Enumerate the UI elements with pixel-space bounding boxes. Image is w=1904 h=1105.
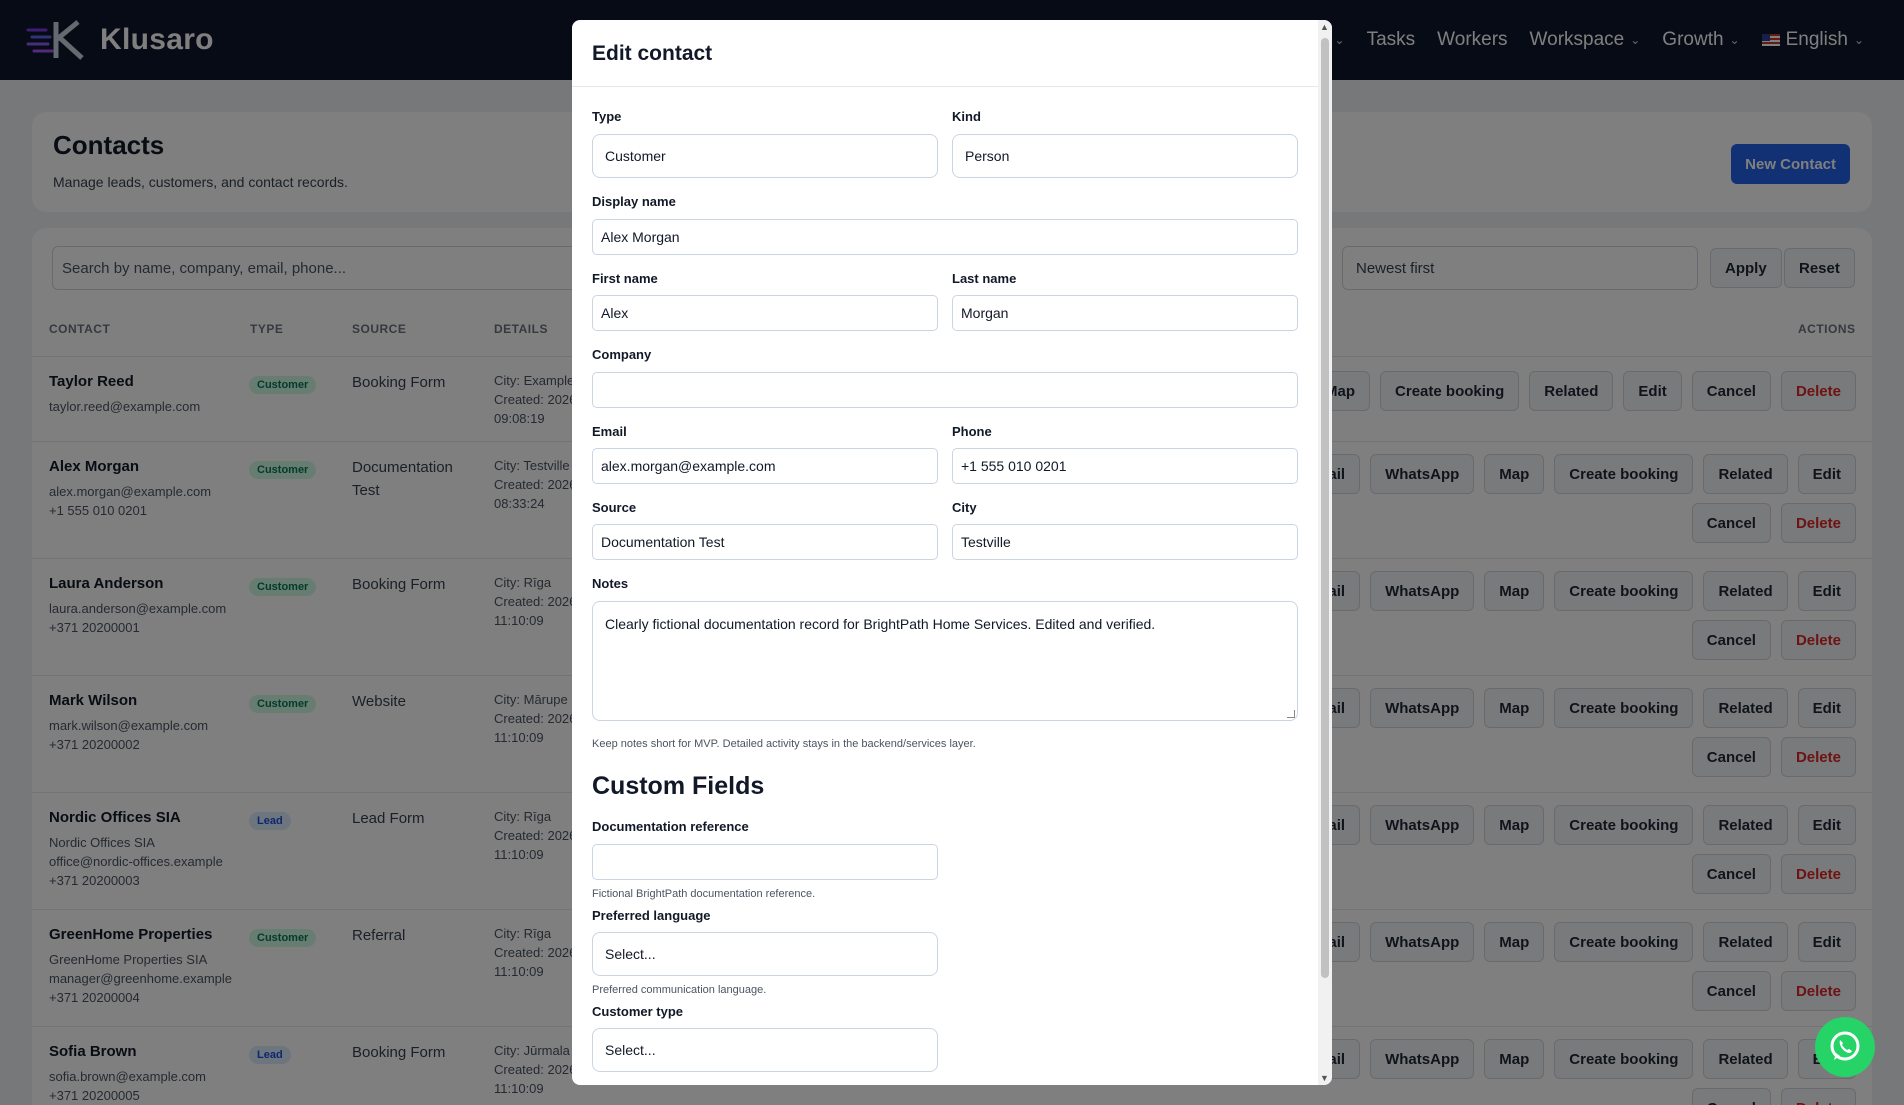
pref-lang-select[interactable]: Select... bbox=[592, 932, 938, 976]
phone-value: +1 555 010 0201 bbox=[961, 458, 1067, 474]
company-field[interactable] bbox=[592, 372, 1298, 408]
customer-type-label: Customer type bbox=[592, 1004, 684, 1019]
source-value: Documentation Test bbox=[601, 534, 725, 550]
first-name-field[interactable]: Alex bbox=[592, 295, 938, 331]
pref-lang-label: Preferred language bbox=[592, 908, 711, 923]
last-name-field[interactable]: Morgan bbox=[952, 295, 1298, 331]
modal-title: Edit contact bbox=[592, 42, 713, 65]
notes-textarea[interactable]: Clearly fictional documentation record f… bbox=[592, 601, 1298, 721]
last-name-value: Morgan bbox=[961, 305, 1009, 321]
kind-select[interactable]: Person bbox=[952, 134, 1298, 178]
source-field[interactable]: Documentation Test bbox=[592, 524, 938, 560]
email-field[interactable]: alex.morgan@example.com bbox=[592, 448, 938, 484]
city-field[interactable]: Testville bbox=[952, 524, 1298, 560]
kind-label: Kind bbox=[952, 109, 981, 124]
source-label: Source bbox=[592, 500, 637, 515]
city-value: Testville bbox=[961, 534, 1011, 550]
notes-help: Keep notes short for MVP. Detailed activ… bbox=[592, 738, 976, 750]
type-value: Customer bbox=[605, 148, 666, 164]
edit-contact-modal: Edit contact Type Customer Kind Person D… bbox=[572, 20, 1332, 1085]
doc-ref-field[interactable] bbox=[592, 844, 938, 880]
company-label: Company bbox=[592, 347, 652, 362]
customer-type-value: Select... bbox=[605, 1042, 656, 1058]
customer-type-select[interactable]: Select... bbox=[592, 1028, 938, 1072]
scroll-down-arrow-icon[interactable]: ▼ bbox=[1320, 1073, 1329, 1083]
type-label: Type bbox=[592, 109, 622, 124]
display-name-value: Alex Morgan bbox=[601, 229, 680, 245]
display-name-label: Display name bbox=[592, 194, 676, 209]
scrollbar-thumb[interactable] bbox=[1321, 38, 1329, 978]
last-name-label: Last name bbox=[952, 271, 1017, 286]
first-name-label: First name bbox=[592, 271, 658, 286]
whatsapp-chat-button[interactable] bbox=[1815, 1017, 1875, 1077]
email-label: Email bbox=[592, 424, 627, 439]
pref-lang-value: Select... bbox=[605, 946, 656, 962]
notes-label: Notes bbox=[592, 576, 629, 591]
display-name-field[interactable]: Alex Morgan bbox=[592, 219, 1298, 255]
modal-scrollbar[interactable]: ▲ ▼ bbox=[1318, 20, 1332, 1085]
pref-lang-help: Preferred communication language. bbox=[592, 984, 767, 996]
first-name-value: Alex bbox=[601, 305, 629, 321]
notes-value: Clearly fictional documentation record f… bbox=[605, 616, 1156, 632]
scroll-up-arrow-icon[interactable]: ▲ bbox=[1320, 22, 1329, 32]
phone-field[interactable]: +1 555 010 0201 bbox=[952, 448, 1298, 484]
phone-label: Phone bbox=[952, 424, 992, 439]
kind-value: Person bbox=[965, 148, 1010, 164]
modal-header: Edit contact bbox=[572, 20, 1332, 87]
type-select[interactable]: Customer bbox=[592, 134, 938, 178]
doc-ref-label: Documentation reference bbox=[592, 819, 749, 834]
whatsapp-icon bbox=[1830, 1031, 1860, 1061]
city-label: City bbox=[952, 500, 977, 515]
custom-fields-heading: Custom Fields bbox=[592, 772, 765, 800]
resize-handle-icon[interactable] bbox=[1287, 710, 1295, 718]
email-value: alex.morgan@example.com bbox=[601, 458, 776, 474]
doc-ref-help: Fictional BrightPath documentation refer… bbox=[592, 888, 816, 900]
